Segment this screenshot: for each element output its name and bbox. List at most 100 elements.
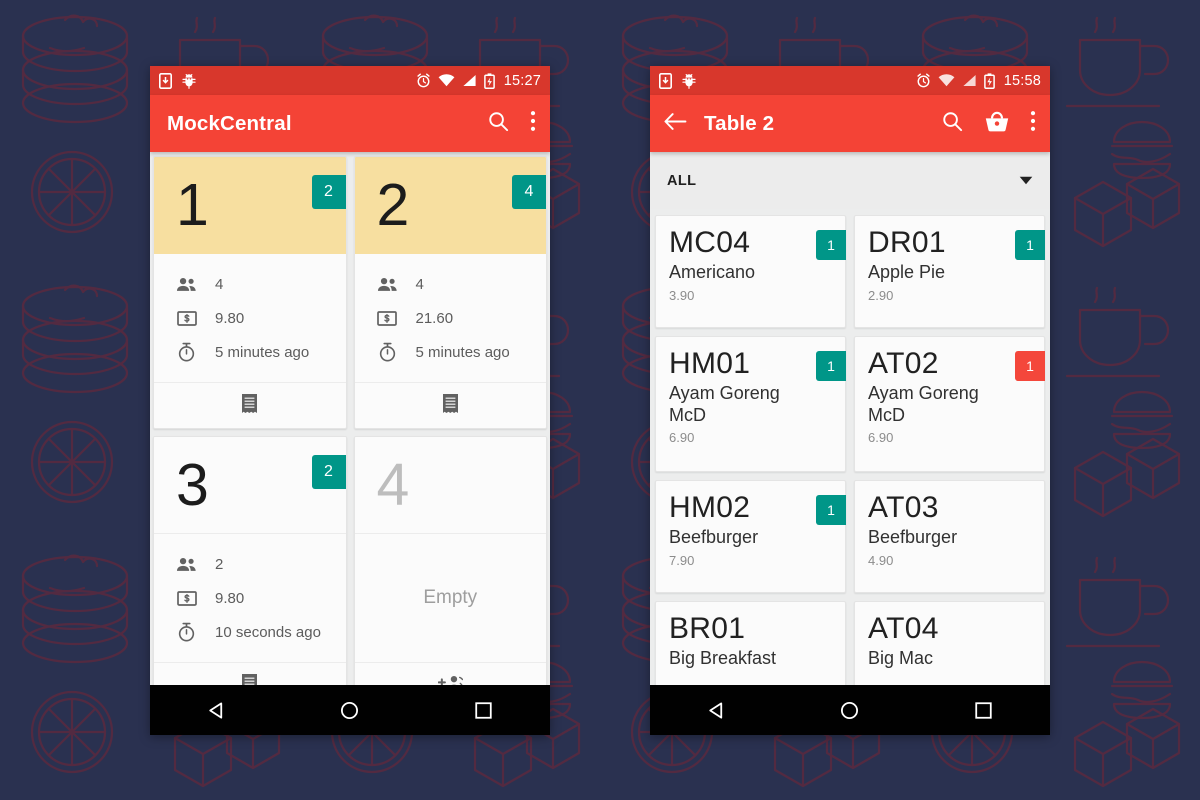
battery-charging-icon	[483, 72, 495, 89]
amount-row: 9.80	[176, 581, 346, 615]
menu-item-name: Beefburger	[868, 527, 958, 548]
status-badge: 2	[311, 455, 346, 489]
menu-scroll-area[interactable]: MC04 Americano 3.90 1 DR01 Apple Pie 2.9…	[650, 209, 1050, 685]
menu-item-price: 6.90	[868, 429, 894, 445]
status-time: 15:58	[1003, 72, 1041, 89]
table-card-header: 4	[354, 437, 546, 534]
menu-item-card[interactable]: AT04 Big Mac	[854, 601, 1045, 685]
wifi-icon	[438, 74, 455, 87]
receipt-button[interactable]	[154, 382, 346, 428]
people-row: 4	[176, 267, 346, 301]
menu-item-name: Beefburger	[669, 527, 759, 548]
status-bar-right: 15:58	[650, 66, 1050, 95]
menu-item-code: HM02	[669, 491, 751, 524]
people-icon	[176, 557, 197, 572]
overflow-menu-icon[interactable]	[530, 110, 536, 137]
home-circle-icon[interactable]	[815, 685, 885, 735]
menu-item-code: AT03	[868, 491, 939, 524]
overflow-menu-icon[interactable]	[1030, 110, 1036, 137]
table-number: 3	[176, 451, 209, 518]
amount-row: 21.60	[377, 301, 547, 335]
status-time: 15:27	[503, 72, 541, 89]
menu-item-code: DR01	[868, 226, 946, 259]
amount-row: 9.80	[176, 301, 346, 335]
sd-download-icon	[159, 72, 172, 89]
receipt-icon	[441, 393, 460, 419]
alarm-icon	[916, 73, 931, 88]
menu-item-price: 4.90	[868, 552, 894, 568]
elapsed-value: 5 minutes ago	[215, 343, 310, 361]
menu-item-card[interactable]: AT02 Ayam Goreng McD 6.90 1	[854, 336, 1045, 472]
menu-item-code: MC04	[669, 226, 751, 259]
menu-item-card[interactable]: DR01 Apple Pie 2.90 1	[854, 215, 1045, 328]
menu-item-card[interactable]: AT03 Beefburger 4.90	[854, 480, 1045, 593]
phone-screen-tables: 15:27 MockCentral 1 2 4 9.80 5 minutes a…	[150, 66, 550, 735]
android-nav-bar-left	[150, 685, 550, 735]
arrow-back-icon[interactable]	[664, 112, 687, 136]
chevron-down-icon[interactable]	[1019, 172, 1033, 190]
home-circle-icon[interactable]	[315, 685, 385, 735]
page-title: Table 2	[704, 111, 775, 135]
app-bar-left: MockCentral	[150, 95, 550, 152]
people-icon	[176, 277, 197, 292]
elapsed-value: 5 minutes ago	[415, 343, 510, 361]
signal-icon	[462, 74, 477, 87]
menu-grid: MC04 Americano 3.90 1 DR01 Apple Pie 2.9…	[655, 215, 1045, 685]
elapsed-value: 10 seconds ago	[215, 623, 321, 641]
receipt-button[interactable]	[154, 662, 346, 685]
quantity-badge: 1	[816, 230, 846, 260]
basket-icon[interactable]	[984, 110, 1010, 138]
menu-item-card[interactable]: MC04 Americano 3.90 1	[655, 215, 846, 328]
table-card-body: 4 21.60 5 minutes ago	[355, 254, 547, 382]
status-badge: 4	[512, 175, 546, 209]
android-debug-bug-icon	[682, 73, 696, 89]
money-icon	[176, 590, 197, 606]
amount-value: 9.80	[215, 309, 245, 327]
menu-item-code: BR01	[669, 612, 746, 645]
battery-charging-icon	[983, 72, 995, 89]
receipt-button[interactable]	[354, 382, 546, 428]
amount-value: 21.60	[415, 309, 454, 327]
back-triangle-icon[interactable]	[682, 685, 752, 735]
people-row: 4	[377, 267, 547, 301]
table-card-header: 2 4	[354, 157, 546, 254]
page-title: MockCentral	[167, 111, 292, 135]
tables-grid: 1 2 4 9.80 5 minutes ago 2 4 4 21.60 5 m…	[153, 156, 547, 685]
table-card[interactable]: 2 4 4 21.60 5 minutes ago	[353, 156, 547, 429]
search-icon[interactable]	[941, 110, 964, 138]
status-badge: 2	[311, 175, 346, 209]
wifi-icon	[938, 74, 955, 87]
table-card[interactable]: 4 Empty	[353, 436, 547, 685]
back-triangle-icon[interactable]	[182, 685, 252, 735]
menu-item-card[interactable]: HM01 Ayam Goreng McD 6.90 1	[655, 336, 846, 472]
search-icon[interactable]	[487, 110, 510, 138]
recents-square-icon[interactable]	[948, 685, 1018, 735]
menu-item-name: Ayam Goreng McD	[669, 383, 780, 425]
menu-item-price: 6.90	[669, 429, 695, 445]
table-card-header: 1 2	[154, 157, 346, 254]
tables-scroll-area[interactable]: 1 2 4 9.80 5 minutes ago 2 4 4 21.60 5 m…	[150, 152, 550, 685]
timer-icon	[176, 342, 197, 362]
table-card[interactable]: 3 2 2 9.80 10 seconds ago	[153, 436, 347, 685]
table-number: 1	[176, 172, 209, 238]
menu-item-name: Big Breakfast	[669, 648, 777, 669]
people-count: 2	[215, 555, 224, 573]
amount-value: 9.80	[215, 589, 245, 607]
table-card[interactable]: 1 2 4 9.80 5 minutes ago	[153, 156, 347, 429]
add-people-button[interactable]	[354, 662, 546, 685]
menu-item-card[interactable]: BR01 Big Breakfast	[655, 601, 846, 685]
sd-download-icon	[659, 72, 672, 89]
menu-item-price: 2.90	[868, 287, 894, 303]
category-filter-spinner[interactable]: ALL	[650, 152, 1050, 209]
menu-item-card[interactable]: HM02 Beefburger 7.90 1	[655, 480, 846, 593]
table-number: 4	[376, 451, 410, 518]
menu-item-code: AT02	[868, 347, 939, 380]
alarm-icon	[416, 73, 431, 88]
category-filter-value: ALL	[667, 172, 697, 189]
quantity-badge: 1	[1015, 351, 1045, 381]
recents-square-icon[interactable]	[448, 685, 518, 735]
money-icon	[176, 310, 197, 326]
android-debug-bug-icon	[182, 73, 196, 89]
receipt-icon	[240, 673, 259, 685]
table-number: 2	[376, 172, 410, 238]
